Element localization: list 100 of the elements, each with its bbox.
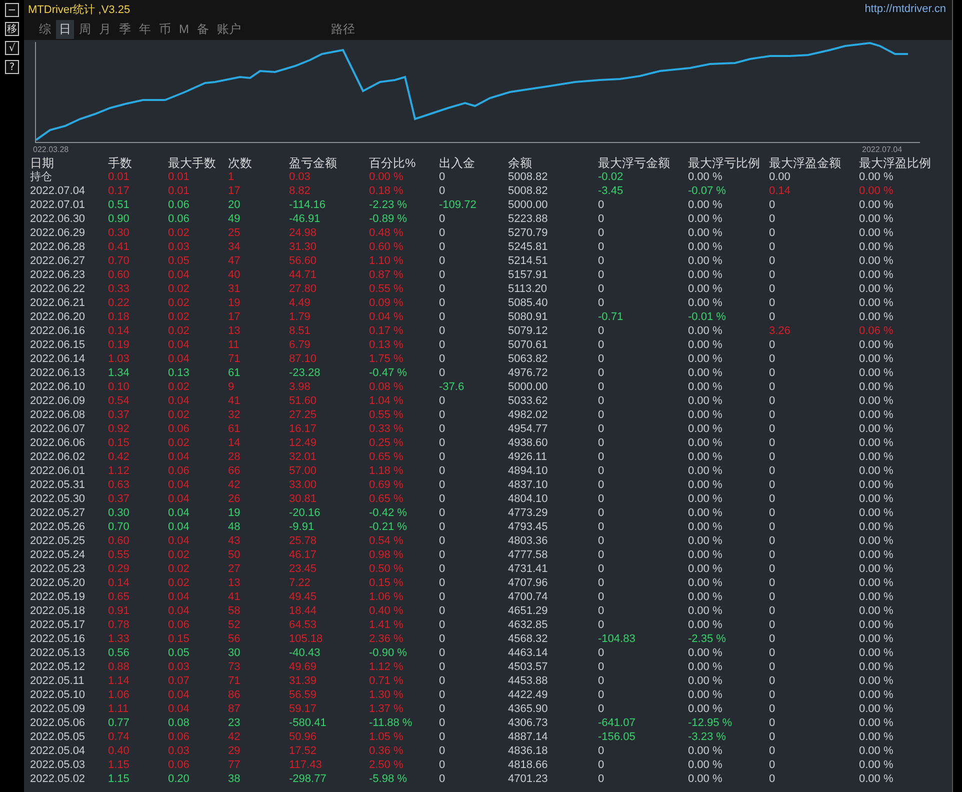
period-tab[interactable]: 年 <box>136 20 154 38</box>
table-cell-text: 0.33 <box>108 282 130 296</box>
table-cell-text: -11.88 % <box>369 716 414 730</box>
table-cell-text: 0.14 <box>108 324 130 338</box>
table-cell-text: 0 <box>439 408 446 422</box>
table-cell-text: 0 <box>769 590 776 604</box>
table-cell-text: 0 <box>598 702 606 716</box>
table-cell-text: 87.10 <box>289 352 318 366</box>
table-cell-text: -104.83 <box>598 632 636 646</box>
table-cell-text: 0 <box>769 226 776 240</box>
table-cell-text: 8.82 <box>289 184 312 198</box>
table-cell-text: 13 <box>228 324 242 338</box>
table-cell-text: 5245.81 <box>508 240 549 254</box>
table-cell-text: 0.48 % <box>369 226 404 240</box>
table-cell-text: 3.98 <box>289 380 312 394</box>
side-button[interactable]: √ <box>5 41 19 55</box>
table-cell-text: 0 <box>769 450 776 464</box>
column-header: 盈亏金额 <box>289 156 338 170</box>
period-tab[interactable]: 备 <box>194 20 212 38</box>
table-cell-text: 105.18 <box>289 632 324 646</box>
period-tab[interactable]: 日 <box>56 20 74 38</box>
table-cell-text: 40 <box>228 268 242 282</box>
table-cell-text: 0 <box>439 674 446 688</box>
table-cell-text: 0 <box>598 520 606 534</box>
table-cell-text: 0.10 <box>108 380 130 394</box>
period-tab[interactable]: 币 <box>156 20 174 38</box>
table-cell-text: 0 <box>769 506 776 520</box>
website-link[interactable]: http://mtdriver.cn <box>864 3 946 15</box>
table-cell-text: 30.81 <box>289 492 318 506</box>
table-cell-text: 0.06 <box>168 618 190 632</box>
table-cell-text: 0 <box>439 702 446 716</box>
side-button[interactable]: ? <box>5 60 19 74</box>
table-cell-text: 4422.49 <box>508 688 549 702</box>
table-cell-text: -0.21 % <box>369 520 408 534</box>
table-cell-text: 2022.06.23 <box>30 268 86 282</box>
table-cell-text: 5270.79 <box>508 226 549 240</box>
table-cell-text: 0 <box>598 254 606 268</box>
table-cell-text: 0 <box>769 394 776 408</box>
table-cell-text: 0.04 <box>168 352 190 366</box>
table-cell-text: 0 <box>598 198 606 212</box>
table-cell-text: -580.41 <box>289 716 328 730</box>
table-cell-text: -20.16 <box>289 506 322 520</box>
column-header: 日期 <box>30 156 55 170</box>
table-cell-text: 2022.05.13 <box>30 646 86 660</box>
table-cell-text: 1.41 % <box>369 618 404 632</box>
table-cell-text: 0.00 % <box>859 408 894 422</box>
table-cell-text: 0.00 % <box>859 758 894 772</box>
table-cell-text: -23.28 <box>289 366 322 380</box>
table-cell-text: 0 <box>439 366 446 380</box>
table-cell-text: 0 <box>598 604 606 618</box>
table-cell-text: 0 <box>439 758 446 772</box>
table-cell-text: 4453.88 <box>508 674 549 688</box>
table-cell-text: 25 <box>228 226 242 240</box>
table-cell-text: 59.17 <box>289 702 318 716</box>
period-tab[interactable]: 综 <box>36 20 54 38</box>
table-cell-text: 2022.06.16 <box>30 324 86 338</box>
table-cell-text: 2022.06.22 <box>30 282 86 296</box>
table-cell-text: 4887.14 <box>508 730 549 744</box>
table-cell-text: -298.77 <box>289 772 328 786</box>
table-cell-text: 11 <box>228 338 240 352</box>
table-cell-text: 0.15 % <box>369 576 404 590</box>
table-cell-text: -9.91 <box>289 520 316 534</box>
table-cell-text: 50.96 <box>289 730 318 744</box>
table-cell-text: 2022.05.06 <box>30 716 86 730</box>
table-cell-text: 4837.10 <box>508 478 549 492</box>
path-tab[interactable]: 路径 <box>328 20 358 38</box>
table-cell-text: 24.98 <box>289 226 318 240</box>
table-cell-text: 0.04 <box>168 590 190 604</box>
table-cell-text: 19 <box>228 506 242 520</box>
table-cell-text: 0.41 <box>108 240 130 254</box>
table-cell-text: 0.00 % <box>859 254 894 268</box>
table-cell-text: 26 <box>228 492 242 506</box>
period-tab[interactable]: 账户 <box>214 20 244 38</box>
table-cell-text: 41 <box>228 590 242 604</box>
side-button[interactable]: 移 <box>5 22 19 36</box>
table-cell-text: 51.60 <box>289 394 318 408</box>
table-cell-text: 0 <box>598 408 606 422</box>
table-cell-text: 0 <box>769 772 776 786</box>
table-cell-text: 20 <box>228 198 242 212</box>
table-cell-text: 2022.06.02 <box>30 450 86 464</box>
table-cell-text: 0.00 % <box>859 450 894 464</box>
table-cell-text: 0.00 % <box>688 562 724 576</box>
period-tab[interactable]: 周 <box>76 20 94 38</box>
table-cell-text: 46.17 <box>289 548 318 562</box>
table-cell-text: 0 <box>598 478 606 492</box>
table-cell-text: 1.04 % <box>369 394 404 408</box>
table-cell-text: 0 <box>769 366 776 380</box>
table-cell-text: 0 <box>598 506 606 520</box>
table-cell-text: -2.35 % <box>688 632 727 646</box>
table-cell-text: 18.44 <box>289 604 318 618</box>
period-tab[interactable]: M <box>176 21 192 37</box>
table-cell-text: 0 <box>598 464 606 478</box>
table-cell-text: 8.51 <box>289 324 312 338</box>
table-cell-text: 0.51 <box>108 198 130 212</box>
table-cell-text: 0.29 <box>108 562 130 576</box>
table-cell-text: 5063.82 <box>508 352 549 366</box>
period-tab[interactable]: 月 <box>96 20 114 38</box>
table-cell-text: 0 <box>439 394 446 408</box>
period-tab[interactable]: 季 <box>116 20 134 38</box>
side-button[interactable]: − <box>5 3 19 17</box>
